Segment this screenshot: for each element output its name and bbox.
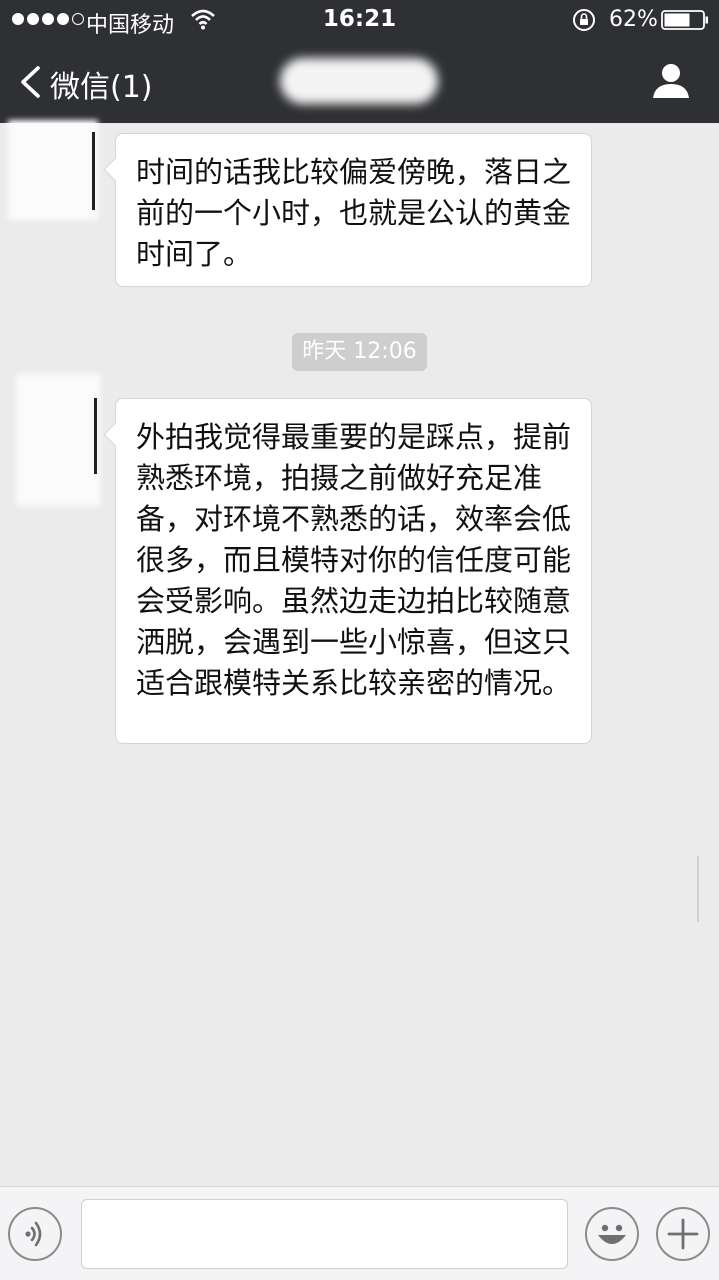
- message-text: 外拍我觉得最重要的是踩点，提前熟悉环境，拍摄之前做好充足准备，对环境不熟悉的话，…: [136, 420, 572, 700]
- more-button[interactable]: [656, 1207, 710, 1261]
- voice-icon: [25, 1221, 42, 1247]
- avatar[interactable]: [16, 374, 100, 506]
- back-button[interactable]: 微信(1): [50, 62, 153, 106]
- message-input[interactable]: [81, 1199, 568, 1269]
- rotation-lock-icon: [573, 9, 595, 31]
- plus-icon: [667, 1218, 699, 1250]
- nav-bar: 微信(1): [0, 40, 719, 123]
- battery-icon: [661, 10, 708, 30]
- back-chevron-icon[interactable]: [18, 65, 42, 99]
- avatar-edge: [92, 132, 95, 210]
- chat-title-redacted: [280, 58, 438, 104]
- input-bar: [0, 1186, 719, 1280]
- emoji-button[interactable]: [585, 1207, 639, 1261]
- timestamp-label: 昨天 12:06: [292, 333, 427, 371]
- message-bubble[interactable]: 时间的话我比较偏爱傍晚，落日之前的一个小时，也就是公认的黄金时间了。: [115, 133, 592, 287]
- contact-info-icon[interactable]: [652, 62, 690, 100]
- voice-button[interactable]: [8, 1207, 62, 1261]
- avatar-edge: [94, 398, 97, 474]
- avatar[interactable]: [8, 120, 98, 220]
- top-bar: 中国移动 16:21 62% 微信(1): [0, 0, 719, 123]
- status-bar: 中国移动 16:21 62%: [0, 0, 719, 40]
- emoji-icon: [598, 1224, 626, 1244]
- message-bubble[interactable]: 外拍我觉得最重要的是踩点，提前熟悉环境，拍摄之前做好充足准备，对环境不熟悉的话，…: [115, 398, 592, 744]
- scroll-indicator: [697, 856, 699, 922]
- message-text: 时间的话我比较偏爱傍晚，落日之前的一个小时，也就是公认的黄金时间了。: [136, 155, 572, 271]
- battery-percentage: 62%: [609, 7, 658, 32]
